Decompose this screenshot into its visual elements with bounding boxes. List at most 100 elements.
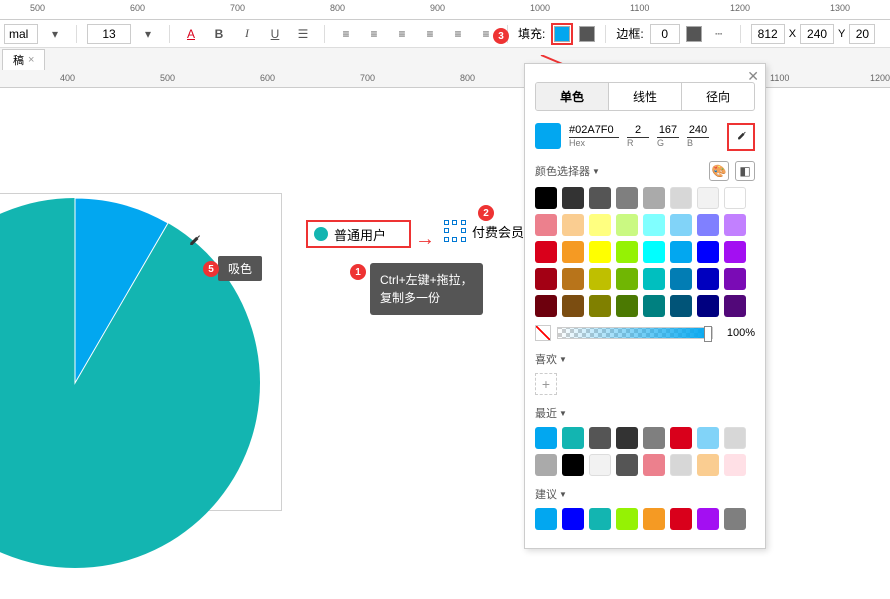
stroke-style-button[interactable]: ┄ xyxy=(708,23,730,45)
current-color-swatch[interactable] xyxy=(535,123,561,149)
color-swatch[interactable] xyxy=(643,214,665,236)
color-swatch[interactable] xyxy=(643,295,665,317)
color-swatch[interactable] xyxy=(589,427,611,449)
color-swatch[interactable] xyxy=(535,214,557,236)
color-swatch[interactable] xyxy=(562,427,584,449)
color-swatch[interactable] xyxy=(535,295,557,317)
pos-y-input[interactable] xyxy=(800,24,834,44)
text-color-button[interactable]: A xyxy=(180,23,202,45)
color-swatch[interactable] xyxy=(589,214,611,236)
eyedropper-button[interactable] xyxy=(727,123,755,151)
color-swatch[interactable] xyxy=(562,454,584,476)
color-swatch[interactable] xyxy=(724,508,746,530)
color-swatch[interactable] xyxy=(643,187,665,209)
color-swatch[interactable] xyxy=(589,241,611,263)
color-swatch[interactable] xyxy=(616,187,638,209)
legend-item-1[interactable]: 普通用户 xyxy=(306,220,411,248)
color-swatch[interactable] xyxy=(616,295,638,317)
color-swatch[interactable] xyxy=(724,187,746,209)
color-swatch[interactable] xyxy=(535,268,557,290)
color-swatch[interactable] xyxy=(643,454,665,476)
hex-input[interactable] xyxy=(569,123,619,138)
color-swatch[interactable] xyxy=(724,295,746,317)
color-swatch[interactable] xyxy=(670,295,692,317)
chevron-down-icon[interactable]: ▾ xyxy=(44,23,66,45)
list-button[interactable]: ☰ xyxy=(292,23,314,45)
color-swatch[interactable] xyxy=(670,214,692,236)
color-swatch[interactable] xyxy=(697,214,719,236)
color-swatch[interactable] xyxy=(724,427,746,449)
color-swatch[interactable] xyxy=(589,268,611,290)
color-swatch[interactable] xyxy=(562,241,584,263)
valign-top-button[interactable]: ≡ xyxy=(419,23,441,45)
color-swatch[interactable] xyxy=(670,187,692,209)
color-swatch[interactable] xyxy=(670,427,692,449)
color-swatch[interactable] xyxy=(643,241,665,263)
color-swatch[interactable] xyxy=(535,241,557,263)
no-color-button[interactable] xyxy=(535,325,551,341)
align-center-button[interactable]: ≡ xyxy=(363,23,385,45)
color-swatch[interactable] xyxy=(697,295,719,317)
color-swatch[interactable] xyxy=(670,508,692,530)
fill-color-swatch[interactable] xyxy=(554,26,570,42)
color-swatch[interactable] xyxy=(724,241,746,263)
color-swatch[interactable] xyxy=(724,454,746,476)
color-swatch[interactable] xyxy=(616,268,638,290)
pie-wedge[interactable] xyxy=(0,198,260,568)
swatch-icon[interactable]: ◧ xyxy=(735,161,755,181)
color-swatch[interactable] xyxy=(643,508,665,530)
g-input[interactable] xyxy=(657,123,679,138)
color-swatch[interactable] xyxy=(589,295,611,317)
color-swatch[interactable] xyxy=(562,508,584,530)
color-swatch[interactable] xyxy=(724,214,746,236)
italic-button[interactable]: I xyxy=(236,23,258,45)
b-input[interactable] xyxy=(687,123,709,138)
style-dropdown[interactable] xyxy=(4,24,38,44)
palette-icon[interactable]: 🎨 xyxy=(709,161,729,181)
color-swatch[interactable] xyxy=(589,454,611,476)
opacity-slider[interactable] xyxy=(557,327,713,339)
color-swatch[interactable] xyxy=(697,454,719,476)
color-swatch[interactable] xyxy=(535,508,557,530)
color-swatch[interactable] xyxy=(562,187,584,209)
close-icon[interactable]: × xyxy=(28,54,34,66)
add-favorite-button[interactable]: + xyxy=(535,373,557,395)
color-swatch[interactable] xyxy=(697,268,719,290)
r-input[interactable] xyxy=(627,123,649,138)
color-swatch[interactable] xyxy=(616,241,638,263)
tab-solid[interactable]: 单色 xyxy=(536,83,609,110)
document-tab[interactable]: 稿 × xyxy=(2,49,45,70)
color-swatch[interactable] xyxy=(697,427,719,449)
color-swatch[interactable] xyxy=(670,454,692,476)
color-swatch[interactable] xyxy=(616,427,638,449)
stroke-color-swatch[interactable] xyxy=(686,26,702,42)
color-swatch[interactable] xyxy=(562,295,584,317)
color-swatch[interactable] xyxy=(616,214,638,236)
tab-linear[interactable]: 线性 xyxy=(609,83,682,110)
font-size-input[interactable] xyxy=(87,24,131,44)
legend-item-2[interactable]: 付费会员 xyxy=(444,220,524,242)
color-swatch[interactable] xyxy=(562,214,584,236)
color-swatch[interactable] xyxy=(670,268,692,290)
selection-handles[interactable] xyxy=(444,220,466,242)
color-swatch[interactable] xyxy=(670,241,692,263)
stroke-width-input[interactable] xyxy=(650,24,680,44)
valign-middle-button[interactable]: ≡ xyxy=(447,23,469,45)
color-swatch[interactable] xyxy=(535,454,557,476)
color-swatch[interactable] xyxy=(643,268,665,290)
bold-button[interactable]: B xyxy=(208,23,230,45)
pos-w-input[interactable] xyxy=(849,24,875,44)
color-swatch[interactable] xyxy=(616,508,638,530)
close-icon[interactable]: ✕ xyxy=(747,68,759,85)
align-left-button[interactable]: ≡ xyxy=(335,23,357,45)
color-swatch[interactable] xyxy=(643,427,665,449)
color-swatch[interactable] xyxy=(562,268,584,290)
fill-shadow-swatch[interactable] xyxy=(579,26,595,42)
align-right-button[interactable]: ≡ xyxy=(391,23,413,45)
tab-radial[interactable]: 径向 xyxy=(682,83,754,110)
color-swatch[interactable] xyxy=(535,187,557,209)
color-swatch[interactable] xyxy=(697,241,719,263)
color-swatch[interactable] xyxy=(589,187,611,209)
color-swatch[interactable] xyxy=(724,268,746,290)
color-swatch[interactable] xyxy=(697,508,719,530)
